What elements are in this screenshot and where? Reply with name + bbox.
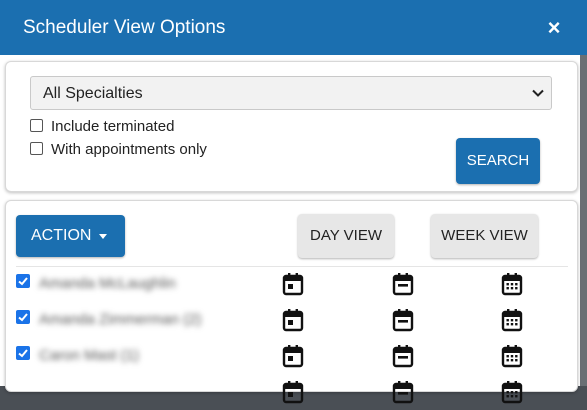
calendar-day-icon[interactable] [282, 344, 304, 368]
calendar-month-icon[interactable] [501, 380, 523, 404]
calendar-week-icon[interactable] [392, 272, 414, 296]
provider-row: Amanda McLaughlin [16, 272, 571, 302]
provider-row: Caron Mast (1) [16, 344, 571, 374]
checkmark-icon [18, 277, 28, 286]
checkmark-icon [18, 349, 28, 358]
action-label: ACTION [31, 227, 92, 244]
calendar-day-icon[interactable] [282, 308, 304, 332]
scheduler-options-modal: Scheduler View Options × All Specialties… [0, 0, 587, 404]
provider-checkbox[interactable] [16, 274, 30, 288]
modal-header: Scheduler View Options × [0, 0, 587, 55]
caret-down-icon [99, 234, 107, 239]
search-button[interactable]: SEARCH [456, 138, 540, 184]
calendar-day-icon[interactable] [282, 272, 304, 296]
provider-name: Amanda McLaughlin [39, 275, 176, 292]
specialty-select-value: All Specialties [43, 85, 143, 102]
provider-name: Caron Mast (1) [39, 347, 140, 364]
day-view-button[interactable]: DAY VIEW [298, 214, 394, 258]
calendar-month-icon[interactable] [501, 344, 523, 368]
chevron-down-icon [532, 89, 544, 97]
calendar-month-icon[interactable] [501, 308, 523, 332]
calendar-week-icon[interactable] [392, 308, 414, 332]
divider [16, 266, 568, 267]
calendar-day-icon[interactable] [282, 380, 304, 404]
provider-checkbox[interactable] [16, 346, 30, 360]
appointments-only-label: With appointments only [51, 141, 207, 158]
appointments-only-checkbox[interactable] [30, 142, 43, 155]
week-view-button[interactable]: WEEK VIEW [431, 214, 538, 258]
specialty-select[interactable]: All Specialties [30, 76, 552, 110]
provider-checkbox[interactable] [16, 310, 30, 324]
action-dropdown-button[interactable]: ACTION [16, 215, 125, 257]
checkmark-icon [18, 313, 28, 322]
provider-row: Amanda Zimmerman (2) [16, 308, 571, 338]
provider-name: Amanda Zimmerman (2) [39, 311, 202, 328]
calendar-month-icon[interactable] [501, 272, 523, 296]
include-terminated-checkbox[interactable] [30, 119, 43, 132]
provider-card: ACTION DAY VIEW WEEK VIEW Amanda McLaugh… [5, 200, 578, 404]
close-button[interactable]: × [543, 16, 565, 40]
calendar-week-icon[interactable] [392, 344, 414, 368]
modal-title: Scheduler View Options [23, 17, 226, 38]
calendar-week-icon[interactable] [392, 380, 414, 404]
provider-row [16, 380, 571, 410]
filter-card: All Specialties Include terminated With … [5, 61, 578, 192]
include-terminated-label: Include terminated [51, 118, 175, 135]
